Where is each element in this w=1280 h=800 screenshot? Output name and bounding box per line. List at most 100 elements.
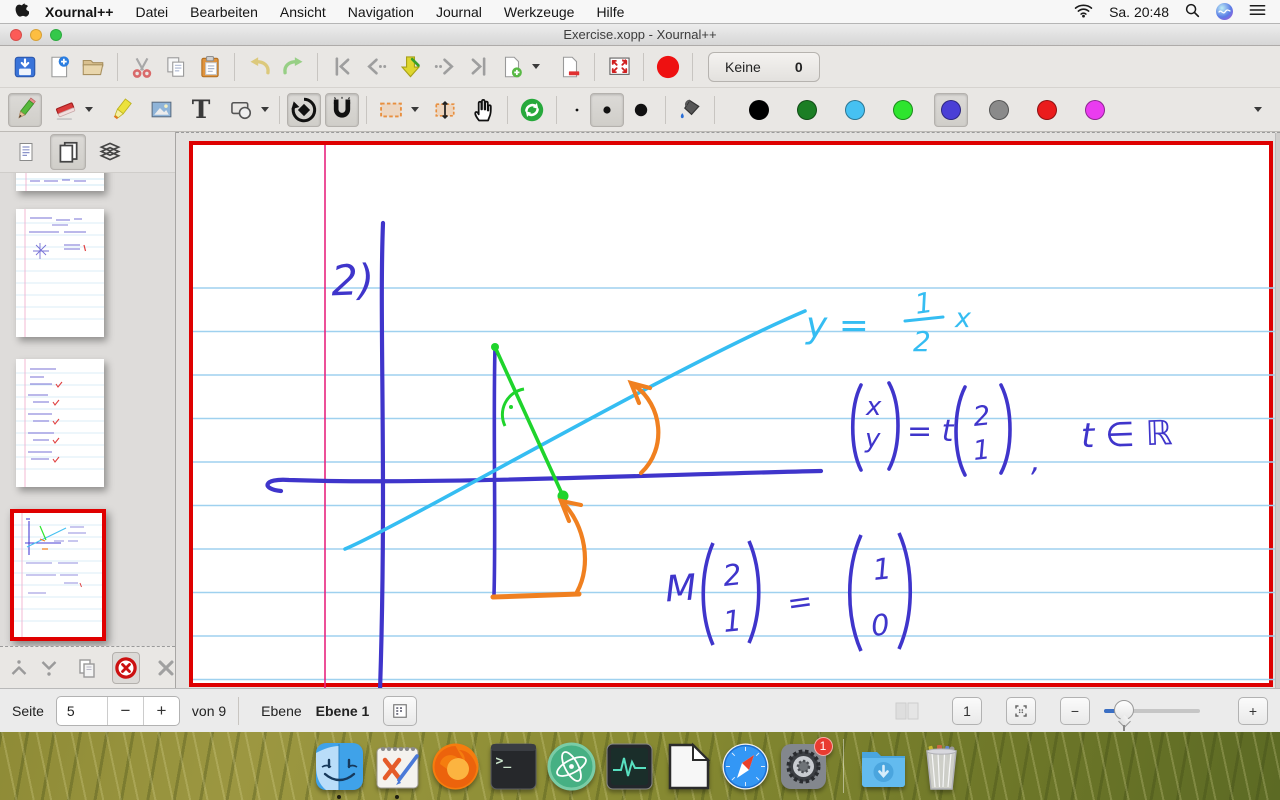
menu-item-navigation[interactable]: Navigation <box>348 4 414 20</box>
add-page-button[interactable] <box>495 50 529 84</box>
tab-contents[interactable] <box>10 136 42 168</box>
audio-playback-button[interactable] <box>515 93 549 127</box>
color-dropdown-icon[interactable] <box>1254 107 1262 112</box>
tab-page-preview[interactable] <box>50 134 86 170</box>
thumbnail-page-5-selected[interactable] <box>10 509 106 641</box>
dock-finder-icon[interactable] <box>315 742 364 799</box>
minimize-window-button[interactable] <box>30 29 42 41</box>
menu-item-datei[interactable]: Datei <box>135 4 168 20</box>
open-document-button[interactable] <box>76 50 110 84</box>
zoom-slider[interactable] <box>1104 699 1200 731</box>
color-green-swatch[interactable] <box>886 93 920 127</box>
menu-item-journal[interactable]: Journal <box>436 4 482 20</box>
hand-tool-button[interactable] <box>466 93 500 127</box>
spotlight-search-icon[interactable] <box>1185 3 1200 21</box>
next-page-button[interactable] <box>427 50 461 84</box>
layer-options-button[interactable] <box>383 695 418 726</box>
zoom-slider-knob[interactable] <box>1114 699 1134 720</box>
text-tool-button[interactable]: T <box>184 93 218 127</box>
siri-icon[interactable] <box>1216 3 1233 20</box>
menu-item-werkzeuge[interactable]: Werkzeuge <box>504 4 575 20</box>
title-bar[interactable]: Exercise.xopp - Xournal++ <box>0 24 1280 46</box>
notification-center-icon[interactable] <box>1249 3 1266 20</box>
shape-tool-button[interactable] <box>224 93 258 127</box>
menu-item-app[interactable]: Xournal++ <box>45 4 113 20</box>
dock-system-preferences-icon[interactable]: 1 <box>779 736 833 791</box>
apple-menu-icon[interactable] <box>14 2 30 22</box>
dock-trash-icon[interactable] <box>917 742 966 791</box>
close-window-button[interactable] <box>10 29 22 41</box>
zoom-original-button[interactable]: 1 <box>952 696 982 725</box>
color-red-swatch[interactable] <box>1030 93 1064 127</box>
move-page-down-button[interactable] <box>36 652 62 684</box>
page-decrement-button[interactable]: − <box>106 696 143 725</box>
previous-page-button[interactable] <box>359 50 393 84</box>
thumbnail-page-3[interactable] <box>16 209 104 337</box>
goto-page-button[interactable] <box>393 50 427 84</box>
pen-tool-button[interactable] <box>8 92 42 127</box>
menu-clock[interactable]: Sa. 20:48 <box>1109 4 1169 20</box>
dock-firefox-icon[interactable] <box>431 742 480 791</box>
wifi-icon[interactable] <box>1074 3 1093 21</box>
cut-button[interactable] <box>125 50 159 84</box>
copy-page-button[interactable] <box>74 652 100 684</box>
page-ink[interactable]: 2) y = 1 2 x x y = t 2 1 , t ∈ ℝ M 2 1 =… <box>189 141 1280 688</box>
color-magenta-swatch[interactable] <box>1078 93 1112 127</box>
zoom-fit-button[interactable] <box>1006 696 1036 725</box>
canvas-area[interactable]: 2) y = 1 2 x x y = t 2 1 , t ∈ ℝ M 2 1 =… <box>176 132 1280 688</box>
dock-atom-icon[interactable] <box>547 742 596 791</box>
thickness-medium-button[interactable] <box>590 92 624 127</box>
new-document-button[interactable] <box>42 50 76 84</box>
close-sidebar-button[interactable] <box>154 652 178 684</box>
color-gray-swatch[interactable] <box>982 93 1016 127</box>
dock-activity-monitor-icon[interactable] <box>605 742 654 791</box>
dual-page-view-button[interactable] <box>888 697 926 725</box>
save-button[interactable] <box>8 50 42 84</box>
page-number-input[interactable]: 5 <box>57 697 107 725</box>
menu-item-hilfe[interactable]: Hilfe <box>596 4 624 20</box>
shape-dropdown-icon[interactable] <box>261 107 269 112</box>
menu-item-bearbeiten[interactable]: Bearbeiten <box>190 4 258 20</box>
thickness-fine-button[interactable] <box>564 93 590 127</box>
color-black-swatch[interactable] <box>742 93 776 127</box>
highlighter-tool-button[interactable] <box>104 93 138 127</box>
canvas-scrollbar[interactable] <box>1275 133 1280 688</box>
presentation-button[interactable] <box>602 50 636 84</box>
page-increment-button[interactable]: + <box>142 696 179 725</box>
move-page-up-button[interactable] <box>6 652 32 684</box>
select-dropdown-icon[interactable] <box>411 107 419 112</box>
thickness-thick-button[interactable] <box>624 93 658 127</box>
document-page[interactable]: 2) y = 1 2 x x y = t 2 1 , t ∈ ℝ M 2 1 =… <box>189 141 1277 688</box>
select-rectangle-button[interactable] <box>374 93 408 127</box>
delete-page-sidebar-button[interactable] <box>112 651 140 684</box>
thumbnail-page-partial[interactable] <box>16 173 104 191</box>
add-page-dropdown-icon[interactable] <box>532 64 540 69</box>
image-tool-button[interactable] <box>144 93 178 127</box>
zoom-in-button[interactable]: + <box>1238 696 1268 725</box>
first-page-button[interactable] <box>325 50 359 84</box>
dock-libreoffice-icon[interactable] <box>663 742 712 791</box>
dock-terminal-icon[interactable]: >_ <box>489 742 538 791</box>
dock-xournalpp-icon[interactable] <box>373 742 422 799</box>
redo-button[interactable] <box>276 50 310 84</box>
menu-item-ansicht[interactable]: Ansicht <box>280 4 326 20</box>
color-darkgreen-swatch[interactable] <box>790 93 824 127</box>
dock-downloads-folder-icon[interactable] <box>859 742 908 791</box>
layer-selector[interactable]: Ebene 1 <box>316 703 370 719</box>
paste-button[interactable] <box>193 50 227 84</box>
dock-safari-icon[interactable] <box>721 742 770 791</box>
undo-button[interactable] <box>242 50 276 84</box>
eraser-dropdown-icon[interactable] <box>85 107 93 112</box>
snap-magnet-button[interactable] <box>325 92 359 127</box>
thumbnail-page-4[interactable] <box>16 359 104 487</box>
zoom-out-button[interactable]: − <box>1060 696 1090 725</box>
copy-button[interactable] <box>159 50 193 84</box>
color-blue-swatch[interactable] <box>934 92 968 127</box>
audio-device-selector[interactable]: Keine 0 <box>708 51 820 82</box>
color-lightblue-swatch[interactable] <box>838 93 872 127</box>
tab-layers[interactable] <box>94 136 126 168</box>
record-audio-button[interactable] <box>651 50 685 84</box>
last-page-button[interactable] <box>461 50 495 84</box>
fill-tool-button[interactable] <box>673 93 707 127</box>
zoom-window-button[interactable] <box>50 29 62 41</box>
